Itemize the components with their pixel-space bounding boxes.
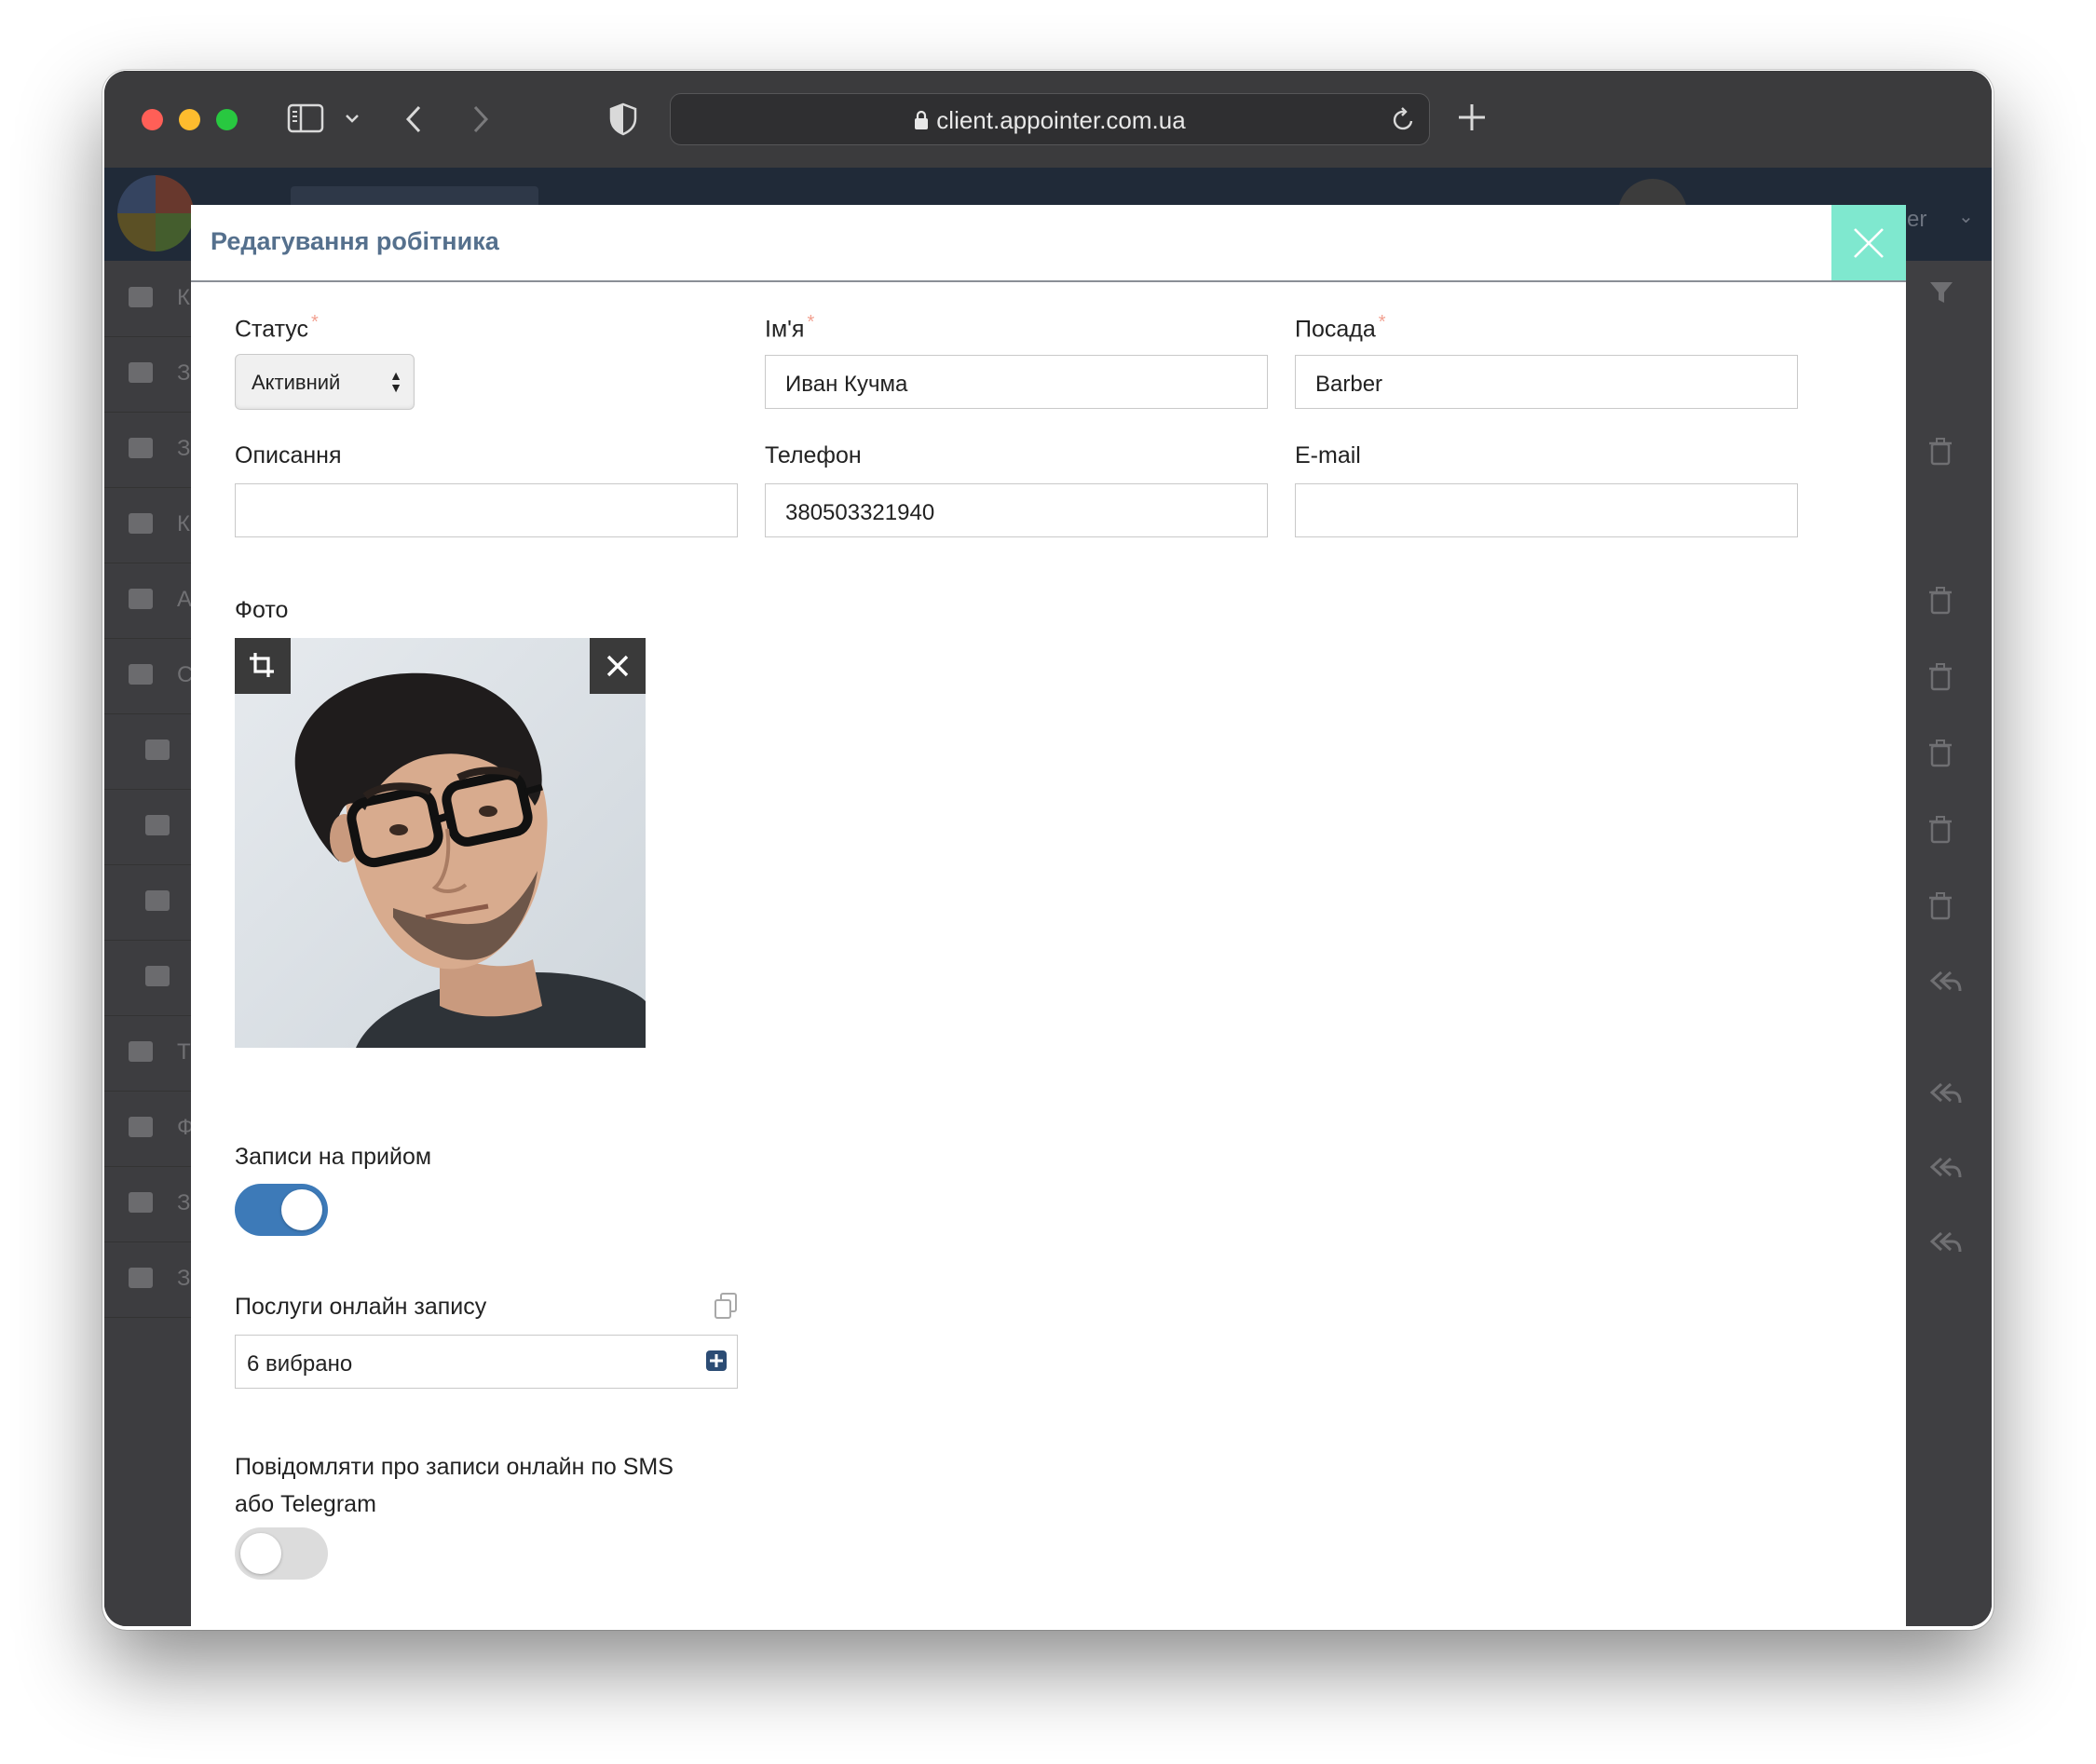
online-services-select[interactable]: 6 вибрано: [235, 1335, 738, 1389]
crop-icon: [250, 653, 274, 677]
notify-toggle[interactable]: [235, 1527, 328, 1580]
edit-worker-modal: Редагування робітника Статус * Активний ▲…: [191, 205, 1906, 1626]
sidebar-item[interactable]: К: [104, 261, 197, 337]
lock-icon: [914, 108, 929, 137]
sidebar-item[interactable]: З: [104, 336, 197, 413]
close-window-button[interactable]: [142, 109, 163, 130]
trash-icon[interactable]: [1928, 740, 1953, 767]
modal-close-button[interactable]: [1831, 205, 1906, 280]
close-icon: [606, 655, 629, 677]
toggle-knob: [240, 1533, 281, 1574]
name-label: Ім'я *: [765, 312, 815, 343]
select-arrows-icon: ▲ ▼: [389, 368, 402, 395]
trash-icon[interactable]: [1928, 892, 1953, 920]
trash-icon[interactable]: [1928, 587, 1953, 615]
status-select[interactable]: Активний ▲ ▼: [235, 354, 415, 410]
phone-label: Телефон: [765, 442, 862, 468]
maximize-window-button[interactable]: [216, 109, 238, 130]
close-icon: [1854, 228, 1884, 258]
app-sidebar: К З З К А С Т Ф З З: [104, 261, 197, 1626]
sidebar-item[interactable]: З: [104, 412, 197, 488]
sidebar-item[interactable]: А: [104, 563, 197, 639]
copy-icon[interactable]: [713, 1292, 739, 1324]
sidebar-item[interactable]: Ф: [104, 1091, 197, 1167]
toggle-knob: [281, 1189, 322, 1230]
trash-icon[interactable]: [1928, 816, 1953, 844]
reload-icon[interactable]: [1392, 106, 1416, 137]
appointments-label: Записи на прийом: [235, 1144, 432, 1170]
notify-label: Повідомляти про записи онлайн по SMS або…: [235, 1454, 674, 1517]
description-label: Описання: [235, 442, 342, 468]
sidebar-item[interactable]: З: [104, 1242, 197, 1318]
position-input[interactable]: Barber: [1295, 355, 1798, 409]
remove-photo-button[interactable]: [590, 638, 646, 694]
sidebar-subitem[interactable]: [104, 713, 197, 790]
back-arrow-icon[interactable]: [404, 104, 423, 139]
chevron-down-icon[interactable]: [345, 112, 360, 129]
app-right-actions: [1899, 261, 1992, 1626]
sidebar-item[interactable]: Т: [104, 1015, 197, 1092]
trash-icon[interactable]: [1928, 438, 1953, 466]
reply-all-icon[interactable]: [1928, 969, 1962, 995]
online-services-value: 6 вибрано: [247, 1351, 353, 1377]
online-services-label: Послуги онлайн запису: [235, 1294, 487, 1320]
user-menu-chevron-icon[interactable]: ⌄: [1958, 205, 1974, 228]
forward-arrow-icon[interactable]: [471, 104, 490, 139]
sidebar-item[interactable]: З: [104, 1166, 197, 1242]
sidebar-item[interactable]: К: [104, 487, 197, 563]
reply-all-icon[interactable]: [1928, 1229, 1962, 1255]
description-input[interactable]: [235, 483, 738, 537]
modal-title: Редагування робітника: [211, 227, 499, 255]
url-text: client.appointer.com.ua: [936, 106, 1186, 134]
sidebar-subitem[interactable]: [104, 864, 197, 941]
name-input[interactable]: Иван Кучма: [765, 355, 1268, 409]
new-tab-icon[interactable]: [1457, 102, 1487, 137]
appointments-toggle[interactable]: [235, 1184, 328, 1236]
photo-label: Фото: [235, 597, 289, 623]
user-name-partial[interactable]: er: [1907, 207, 1926, 233]
worker-photo: [235, 638, 646, 1048]
minimize-window-button[interactable]: [179, 109, 200, 130]
email-label: E-mail: [1295, 442, 1361, 468]
modal-header: Редагування робітника: [191, 205, 1906, 282]
email-input[interactable]: [1295, 483, 1798, 537]
browser-window: client.appointer.com.ua er ⌄ К З З К А С: [104, 71, 1992, 1626]
address-bar[interactable]: client.appointer.com.ua: [670, 93, 1430, 145]
sidebar-toggle-icon[interactable]: [287, 102, 324, 139]
reply-all-icon[interactable]: [1928, 1080, 1962, 1106]
status-label: Статус *: [235, 312, 319, 343]
browser-toolbar: client.appointer.com.ua: [104, 71, 1992, 169]
status-value: Активний: [252, 371, 341, 394]
position-label: Посада *: [1295, 312, 1386, 343]
trash-icon[interactable]: [1928, 663, 1953, 691]
sidebar-subitem[interactable]: [104, 789, 197, 865]
crop-photo-button[interactable]: [235, 638, 291, 694]
filter-icon[interactable]: [1928, 279, 1953, 305]
sidebar-subitem[interactable]: [104, 940, 197, 1016]
reply-all-icon[interactable]: [1928, 1155, 1962, 1181]
privacy-shield-icon[interactable]: [609, 102, 637, 141]
plus-square-icon[interactable]: [705, 1350, 728, 1378]
app-logo: [117, 175, 194, 251]
phone-input[interactable]: 380503321940: [765, 483, 1268, 537]
sidebar-item[interactable]: С: [104, 638, 197, 714]
